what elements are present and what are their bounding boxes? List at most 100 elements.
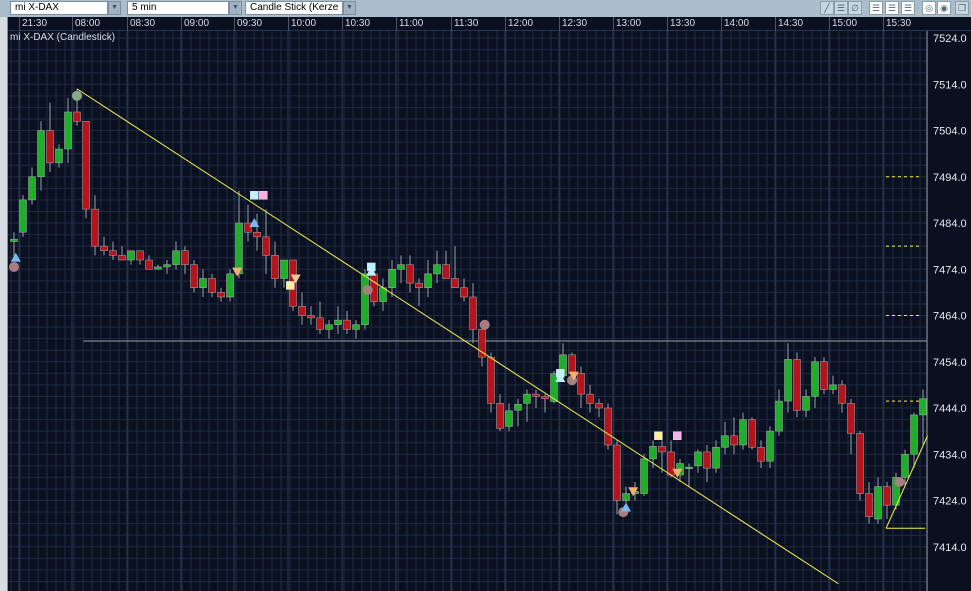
time-label: 13:00 [613, 17, 641, 31]
time-label: 13:30 [667, 17, 695, 31]
candle-up [901, 454, 909, 478]
signal-circle-icon [362, 285, 373, 296]
time-label: 11:30 [451, 17, 478, 31]
interval-dropdown-chevron-icon[interactable]: ▼ [229, 1, 242, 15]
candle-up [163, 264, 171, 268]
price-label: 7514.0 [933, 79, 967, 91]
signal-square-icon [259, 191, 268, 200]
candle-up [712, 447, 720, 469]
candle-down [757, 447, 765, 462]
chart-type-select[interactable]: Candle Stick (Kerze [245, 1, 343, 15]
time-axis: 21:30 08:00 08:30 09:00 09:30 10:00 10:30 11:00… [8, 17, 971, 31]
candle-up [919, 398, 927, 416]
candle-down [577, 373, 585, 395]
candle-down [118, 255, 126, 261]
candle-up [352, 324, 360, 330]
candle-down [703, 451, 711, 469]
symbol-select[interactable]: mi X-DAX [10, 1, 108, 15]
candle-down [586, 393, 594, 404]
signal-circle-icon [894, 477, 905, 487]
candle-up [226, 273, 234, 298]
candle-up [811, 361, 819, 397]
time-label: 11:00 [396, 17, 423, 31]
candle-down [568, 354, 576, 374]
candle-down [667, 451, 675, 476]
horizontal-lines-icon[interactable]: ☰ [834, 1, 848, 15]
price-label: 7504.0 [933, 126, 967, 138]
price-label: 7474.0 [933, 264, 967, 276]
time-label: 12:30 [559, 17, 587, 31]
candle-up [172, 250, 180, 265]
grid-lines-3-icon[interactable]: ☰ [901, 1, 915, 15]
candle-down [478, 329, 486, 358]
candle-down [541, 396, 549, 399]
time-label: 08:00 [72, 17, 100, 31]
candlestick-chart[interactable]: 7524.0 7514.0 7504.0 7494.0 7484.0 7474.0 7464… [8, 31, 971, 591]
price-label: 7494.0 [933, 172, 967, 184]
candle-up [721, 435, 729, 448]
draw-line-icon[interactable]: ╱ [820, 1, 834, 15]
candle-up [64, 111, 72, 150]
candle-down [838, 384, 846, 404]
candle-down [343, 319, 351, 330]
time-label: 14:30 [775, 17, 803, 31]
candle-up [775, 400, 783, 432]
candle-down [100, 245, 108, 251]
signal-circle-icon [9, 261, 19, 272]
toolbar: mi X-DAX ▼ 5 min ▼ Candle Stick (Kerze ▼… [0, 0, 971, 17]
candle-down [469, 296, 477, 330]
candle-up [424, 273, 432, 288]
color-circle-icon[interactable]: ◎ [922, 1, 936, 15]
grid-lines-2-icon[interactable]: ☰ [885, 1, 899, 15]
candle-up [505, 410, 513, 427]
candle-up [802, 396, 810, 411]
candle-down [487, 356, 495, 404]
price-label: 7454.0 [933, 357, 967, 369]
interval-select[interactable]: 5 min [127, 1, 229, 15]
candle-down [109, 250, 117, 256]
price-label: 7464.0 [933, 311, 967, 323]
candle-down [415, 282, 423, 288]
candle-down [460, 287, 468, 298]
price-label: 7414.0 [933, 542, 967, 554]
pattern-circle-icon[interactable]: ◉ [937, 1, 951, 15]
grid-lines-1-icon[interactable]: ☰ [869, 1, 883, 15]
candle-up [325, 324, 333, 330]
chart-type-dropdown-chevron-icon[interactable]: ▼ [343, 1, 356, 15]
candle-up [37, 130, 45, 177]
candle-up [829, 384, 837, 390]
candle-down [613, 444, 621, 501]
no-draw-icon[interactable]: ∅ [848, 1, 862, 15]
window-restore-icon[interactable]: ❐ [955, 1, 969, 15]
candle-up [766, 430, 774, 462]
candle-down [262, 236, 270, 256]
time-label: 21:30 [19, 17, 47, 31]
candle-up [622, 493, 630, 501]
signal-square-icon [286, 281, 295, 290]
price-label: 7424.0 [933, 496, 967, 508]
candle-up [127, 250, 135, 261]
time-label: 15:30 [883, 17, 911, 31]
candle-up [784, 359, 792, 402]
candle-up [388, 269, 396, 288]
candle-down [856, 433, 864, 494]
candle-up [334, 319, 342, 325]
candle-down [271, 255, 279, 279]
price-label: 7524.0 [933, 33, 967, 45]
candle-down [82, 121, 90, 210]
candle-up [55, 148, 63, 164]
candle-up [154, 266, 162, 270]
candle-up [514, 404, 522, 411]
candle-down [307, 315, 315, 319]
candle-up [397, 264, 405, 270]
price-label: 7444.0 [933, 403, 967, 415]
candle-down [244, 222, 252, 233]
symbol-dropdown-chevron-icon[interactable]: ▼ [108, 1, 121, 15]
candle-down [190, 264, 198, 288]
price-label: 7434.0 [933, 449, 967, 461]
candle-up [694, 451, 702, 467]
candle-up [910, 414, 918, 455]
candle-down [595, 403, 603, 409]
candle-down [604, 407, 612, 446]
signal-square-icon [654, 431, 663, 440]
